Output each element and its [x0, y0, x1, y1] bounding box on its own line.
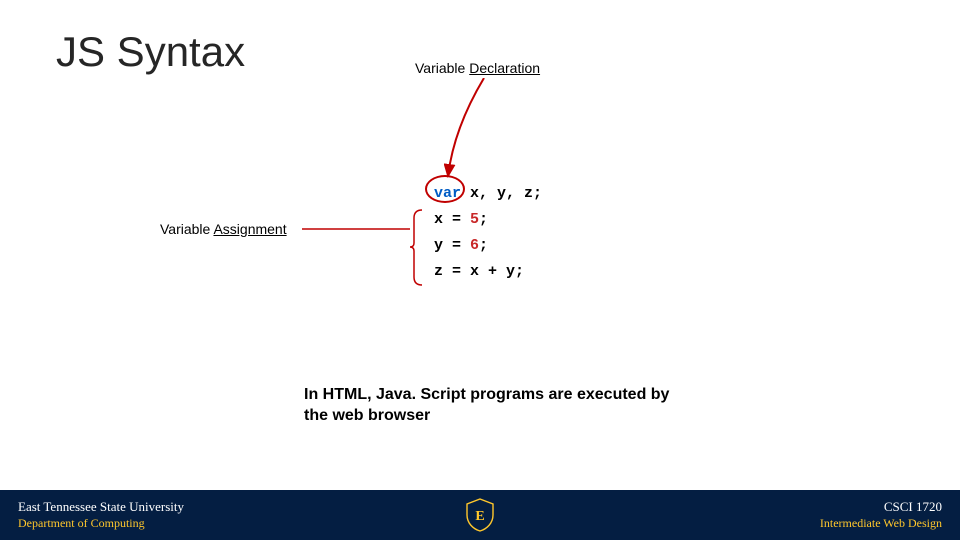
code-text: ;	[479, 211, 488, 228]
label-variable-assignment: Variable Assignment	[160, 221, 287, 237]
number-literal: 6	[470, 237, 479, 254]
code-text: ;	[479, 237, 488, 254]
slide-description: In HTML, Java. Script programs are execu…	[304, 385, 684, 427]
footer-bar: East Tennessee State University Departme…	[0, 490, 960, 540]
course-code: CSCI 1720	[820, 499, 942, 515]
svg-text:E: E	[475, 509, 484, 524]
course-name: Intermediate Web Design	[820, 516, 942, 531]
bracket-assignment	[302, 205, 434, 290]
university-name: East Tennessee State University	[18, 499, 184, 515]
code-line-assign-y: y = 6;	[434, 233, 542, 259]
label-text: Variable	[415, 60, 469, 76]
label-variable-declaration: Variable Declaration	[415, 60, 540, 76]
footer-left: East Tennessee State University Departme…	[18, 499, 184, 530]
label-underline: Declaration	[469, 60, 540, 76]
university-logo-icon: E	[465, 498, 495, 532]
label-text: Variable	[160, 221, 213, 237]
code-text: x, y, z;	[461, 185, 542, 202]
code-block: var x, y, z; x = 5; y = 6; z = x + y;	[434, 181, 542, 285]
keyword-var: var	[434, 185, 461, 202]
footer-right: CSCI 1720 Intermediate Web Design	[820, 499, 942, 530]
slide-title: JS Syntax	[56, 28, 245, 76]
code-line-declaration: var x, y, z;	[434, 181, 542, 207]
code-text: y =	[434, 237, 470, 254]
department-name: Department of Computing	[18, 516, 184, 531]
code-text: z = x + y;	[434, 263, 524, 280]
label-underline: Assignment	[213, 221, 286, 237]
code-line-assign-x: x = 5;	[434, 207, 542, 233]
arrow-declaration	[444, 78, 504, 198]
number-literal: 5	[470, 211, 479, 228]
code-line-assign-z: z = x + y;	[434, 259, 542, 285]
code-text: x =	[434, 211, 470, 228]
